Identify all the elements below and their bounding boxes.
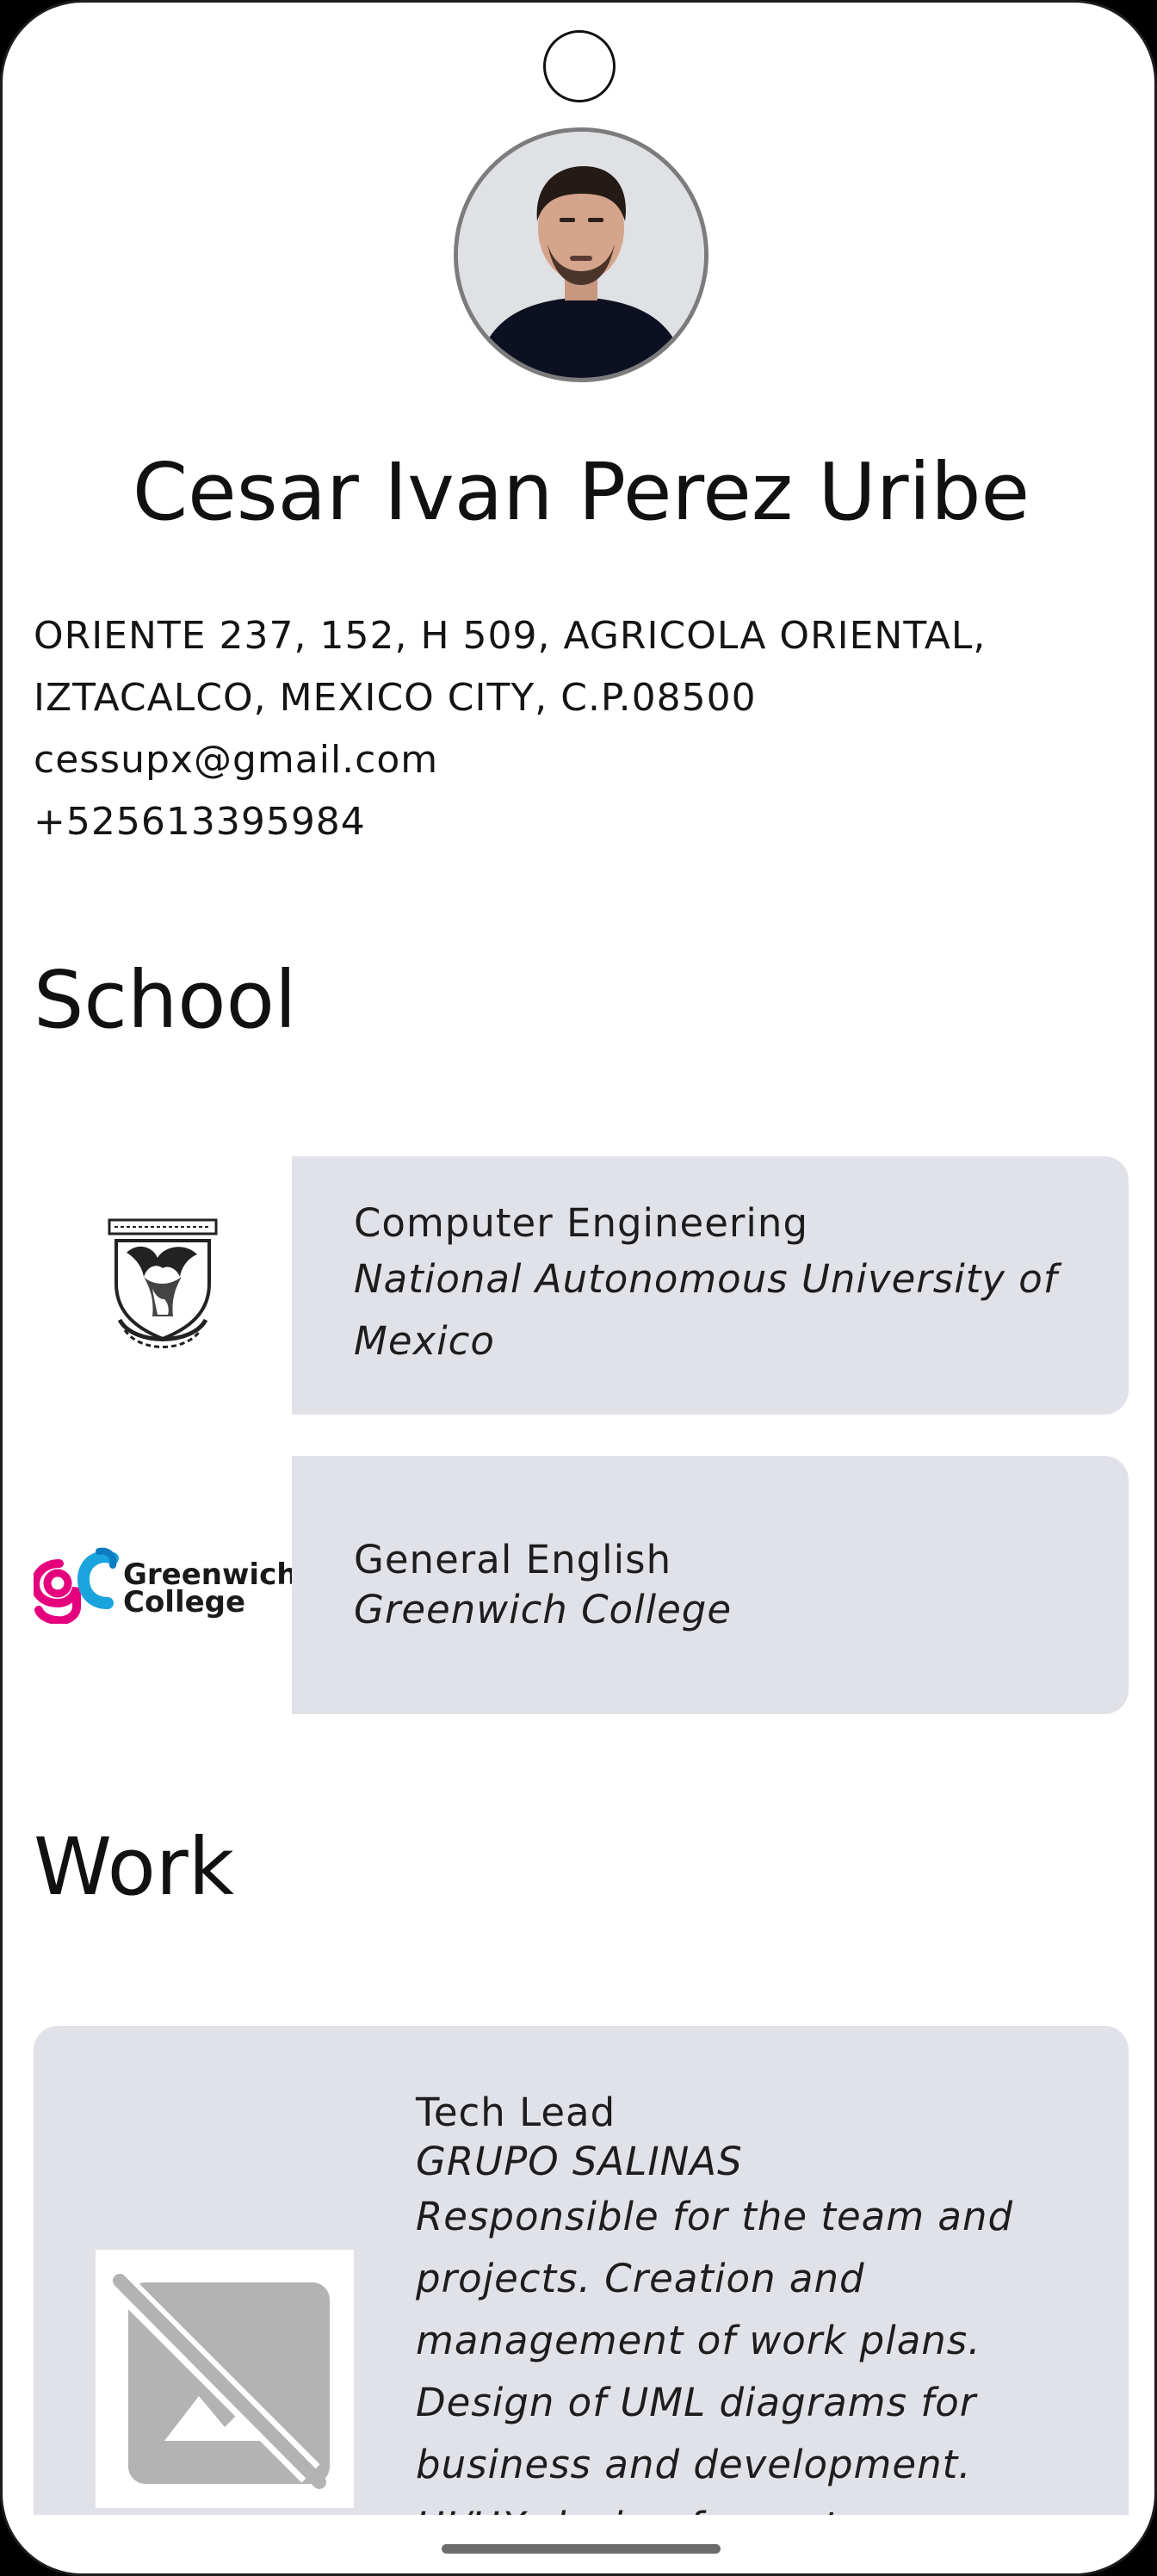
school-card: Computer Engineering National Autonomous… <box>292 1156 1129 1415</box>
unam-crest-logo <box>34 1156 292 1415</box>
address-line-2: IZTACALCO, MEXICO CITY, C.P.08500 <box>34 676 757 720</box>
school-degree: Computer Engineering <box>354 1200 809 1246</box>
address-line-1: ORIENTE 237, 152, H 509, AGRICOLA ORIENT… <box>34 614 987 658</box>
school-card: General English Greenwich College <box>292 1456 1129 1714</box>
profile-name: Cesar Ivan Perez Uribe <box>132 446 1030 538</box>
avatar-photo <box>458 132 704 378</box>
unam-crest-icon <box>108 1218 218 1348</box>
profile-avatar <box>454 127 708 382</box>
broken-image-icon <box>96 2250 354 2508</box>
email-text: cessupx@gmail.com <box>34 738 439 782</box>
work-company: GRUPO SALINAS <box>416 2139 743 2184</box>
phone-screen: Cesar Ivan Perez Uribe ORIENTE 237, 152,… <box>0 0 1157 2576</box>
greenwich-college-logo: Greenwich College <box>34 1456 292 1714</box>
contact-info: ORIENTE 237, 152, H 509, AGRICOLA ORIENT… <box>34 605 1118 853</box>
work-card[interactable]: Tech Lead GRUPO SALINAS Responsible for … <box>34 2026 1129 2573</box>
greenwich-logo-text-2: College <box>123 1585 245 1619</box>
school-item[interactable]: Computer Engineering National Autonomous… <box>34 1156 1129 1415</box>
work-section-title: Work <box>34 1821 234 1913</box>
school-degree: General English <box>354 1537 672 1582</box>
school-institution: National Autonomous University of Mexico <box>354 1256 1058 1364</box>
work-role: Tech Lead <box>416 2090 616 2135</box>
phone-text: +525613395984 <box>34 800 366 844</box>
school-item[interactable]: Greenwich College General English Greenw… <box>34 1456 1129 1714</box>
front-camera <box>543 30 616 102</box>
school-section-title: School <box>34 954 297 1046</box>
home-gesture-handle[interactable] <box>442 2544 721 2554</box>
greenwich-college-icon: Greenwich College <box>34 1547 292 1624</box>
school-institution: Greenwich College <box>354 1587 733 1632</box>
image-placeholder-icon <box>112 2274 330 2489</box>
work-details: Tech Lead GRUPO SALINAS Responsible for … <box>416 2088 1096 2573</box>
